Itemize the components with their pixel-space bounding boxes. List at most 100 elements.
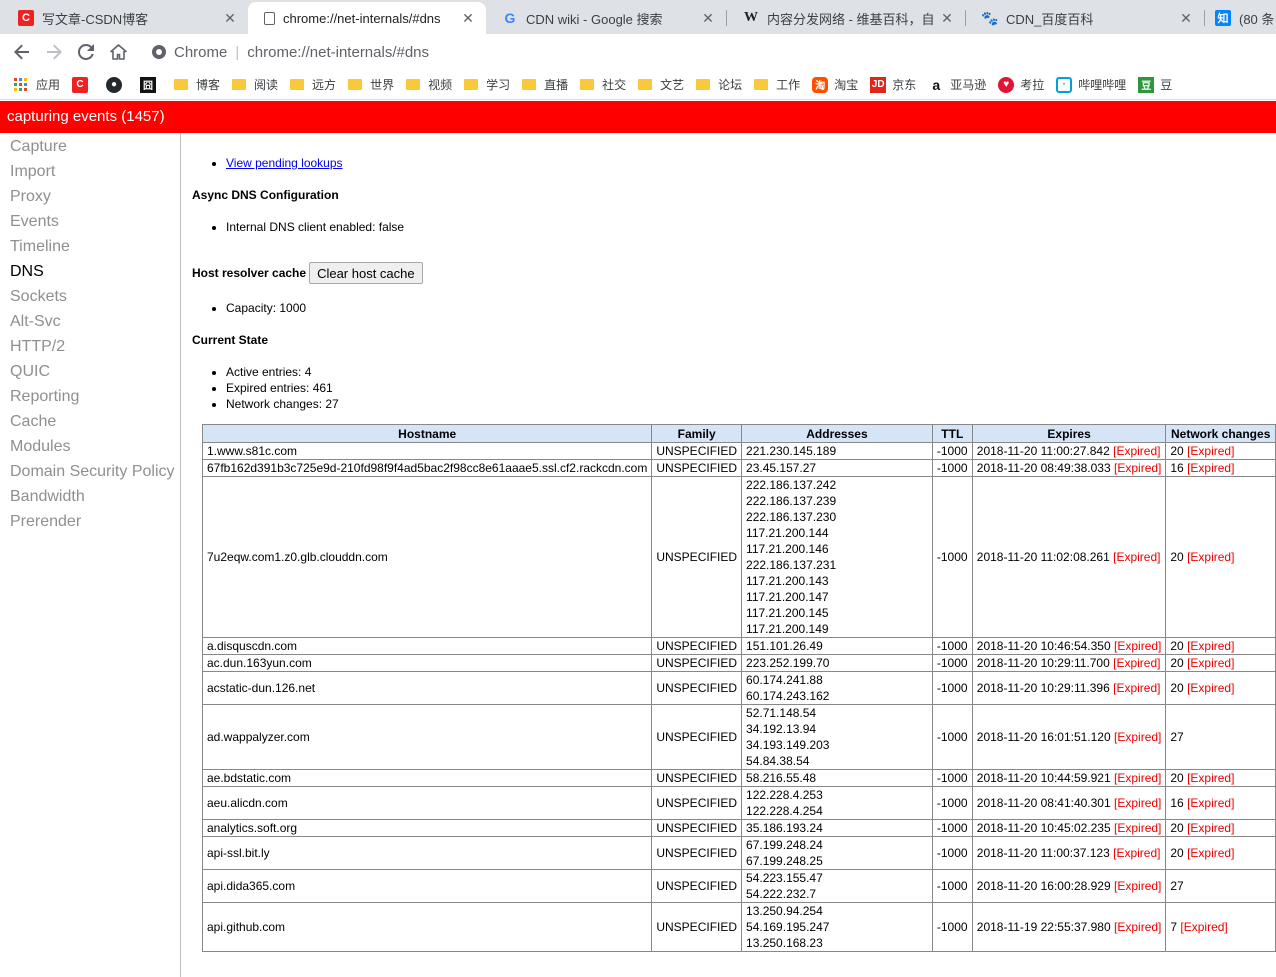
back-arrow-icon xyxy=(14,44,29,60)
address-line: 221.230.145.189 xyxy=(746,444,837,458)
bookmark-douban[interactable]: 豆豆 xyxy=(1138,76,1172,93)
address-line: 54.223.155.47 xyxy=(746,871,823,885)
address-bar[interactable]: Chrome | chrome://net-internals/#dns xyxy=(142,37,1276,67)
table-row: ad.wappalyzer.com UNSPECIFIED 52.71.148.54… xyxy=(201,704,1276,770)
omnibox-url[interactable]: chrome://net-internals/#dns xyxy=(247,44,429,61)
csdn-icon: C xyxy=(72,76,89,93)
bookmark-bilibili[interactable]: · 哔哩哔哩 xyxy=(1056,76,1126,93)
sidebar-item-timeline[interactable]: Timeline xyxy=(0,234,180,259)
network-changes-value: 16 xyxy=(1170,796,1184,810)
expired-label: [Expired] xyxy=(1113,681,1161,695)
address-line: 222.186.137.230 xyxy=(746,510,837,524)
bookmark-dark[interactable]: 囧 xyxy=(140,76,162,93)
bookmark-folder-shipin[interactable]: 视频 xyxy=(406,76,452,93)
sidebar-item-events[interactable]: Events xyxy=(0,209,180,234)
sidebar-item-dns[interactable]: DNS xyxy=(0,259,180,284)
tab-baidu[interactable]: 🐾 CDN_百度百科 ✕ xyxy=(966,2,1204,34)
sidebar-item-sockets[interactable]: Sockets xyxy=(0,284,180,309)
bookmark-amazon[interactable]: a 亚马逊 xyxy=(928,76,986,93)
sidebar-item-quic[interactable]: QUIC xyxy=(0,359,180,384)
bookmark-folder-gongzuo[interactable]: 工作 xyxy=(754,76,800,93)
bookmark-label: 京东 xyxy=(892,78,917,92)
bookmark-folder-yuanfang[interactable]: 远方 xyxy=(290,76,336,93)
table-header-row: Hostname Family Addresses TTL Expires Ne… xyxy=(201,424,1276,443)
bookmark-apps[interactable]: 应用 xyxy=(14,76,60,93)
close-icon[interactable]: ✕ xyxy=(460,10,476,27)
bookmark-kaola[interactable]: ♥ 考拉 xyxy=(998,76,1044,93)
tab-title: CDN_百度百科 xyxy=(1006,11,1094,27)
cell-network-changes: 7 [Expired] xyxy=(1165,902,1276,952)
network-changes-value: 27 xyxy=(1170,730,1184,744)
bookmark-taobao[interactable]: 淘淘宝 xyxy=(812,76,858,93)
forward-button[interactable] xyxy=(38,36,70,68)
bookmark-folder-luntan[interactable]: 论坛 xyxy=(696,76,742,93)
tab-zhihu[interactable]: 知 (80 条 xyxy=(1205,2,1276,34)
bookmark-folder-shejiao[interactable]: 社交 xyxy=(580,76,626,93)
expires-value: 2018-11-20 10:29:11.700 xyxy=(976,656,1110,670)
sidebar-item-http2[interactable]: HTTP/2 xyxy=(0,334,180,359)
sidebar-item-domain-security-policy[interactable]: Domain Security Policy xyxy=(0,459,180,484)
tab-csdn[interactable]: C 写文章-CSDN博客 ✕ xyxy=(2,2,248,34)
network-changes-value: 20 xyxy=(1170,846,1184,860)
bookmark-github[interactable]: ● xyxy=(106,76,128,93)
host-resolver-row: Host resolver cache Clear host cache xyxy=(192,262,423,284)
sidebar-item-cache[interactable]: Cache xyxy=(0,409,180,434)
cell-network-changes: 20 [Expired] xyxy=(1165,654,1276,672)
address-line: 23.45.157.27 xyxy=(746,461,817,475)
bookmark-label: 社交 xyxy=(602,78,627,92)
table-row: 67fb162d391b3c725e9d-210fd98f9f4ad5bac2f… xyxy=(201,459,1276,477)
close-icon[interactable]: ✕ xyxy=(700,10,716,27)
cell-expires: 2018-11-20 11:00:27.842 [Expired] xyxy=(971,442,1167,460)
view-pending-lookups-link[interactable]: View pending lookups xyxy=(226,156,343,170)
table-row: api.github.com UNSPECIFIED 13.250.94.254 54… xyxy=(201,902,1276,952)
expired-label: [Expired] xyxy=(1114,771,1162,785)
capture-status-bar: capturing events (1457) xyxy=(0,101,1276,133)
network-changes-value: 20 xyxy=(1170,821,1184,835)
cell-hostname: 7u2eqw.com1.z0.glb.clouddn.com xyxy=(201,476,653,638)
expires-value: 2018-11-20 10:46:54.350 xyxy=(976,639,1111,653)
address-line: 34.193.149.203 xyxy=(746,738,830,752)
bookmark-folder-boke[interactable]: 博客 xyxy=(174,76,220,93)
expired-label: [Expired] xyxy=(1187,550,1235,564)
reload-button[interactable] xyxy=(70,36,102,68)
cell-expires: 2018-11-20 16:00:28.929 [Expired] xyxy=(971,869,1167,903)
sidebar-item-prerender[interactable]: Prerender xyxy=(0,509,180,534)
cell-family: UNSPECIFIED xyxy=(651,671,743,705)
clear-host-cache-button[interactable]: Clear host cache xyxy=(309,262,423,284)
list-item: View pending lookups xyxy=(226,155,343,171)
cell-addresses: 222.186.137.242 222.186.137.239 222.186.13… xyxy=(741,476,933,638)
sidebar-item-proxy[interactable]: Proxy xyxy=(0,184,180,209)
bookmark-folder-wenyi[interactable]: 文艺 xyxy=(638,76,684,93)
sidebar: Capture Import Proxy Events Timeline DNS… xyxy=(0,133,181,977)
cell-family: UNSPECIFIED xyxy=(651,637,743,655)
expired-label: [Expired] xyxy=(1114,879,1162,893)
bookmark-folder-zhibo[interactable]: 直播 xyxy=(522,76,568,93)
cell-expires: 2018-11-20 10:44:59.921 [Expired] xyxy=(971,769,1167,787)
back-button[interactable] xyxy=(6,36,38,68)
bookmark-label: 考拉 xyxy=(1020,78,1045,92)
folder-icon xyxy=(232,79,247,90)
sidebar-item-capture[interactable]: Capture xyxy=(0,134,180,159)
sidebar-item-import[interactable]: Import xyxy=(0,159,180,184)
tab-google[interactable]: G CDN wiki - Google 搜索 ✕ xyxy=(486,2,726,34)
bookmark-label: 博客 xyxy=(196,78,221,92)
expired-label: [Expired] xyxy=(1114,920,1162,934)
close-icon[interactable]: ✕ xyxy=(222,10,238,27)
tab-net-internals[interactable]: chrome://net-internals/#dns ✕ xyxy=(248,2,486,34)
close-icon[interactable]: ✕ xyxy=(1178,10,1194,27)
tab-wikipedia[interactable]: W 内容分发网络 - 维基百科，自由的 ✕ xyxy=(727,2,965,34)
cell-addresses: 54.223.155.47 54.222.232.7 xyxy=(741,869,933,903)
sidebar-item-bandwidth[interactable]: Bandwidth xyxy=(0,484,180,509)
bookmark-csdn[interactable]: C xyxy=(72,76,94,93)
bookmark-label: 淘宝 xyxy=(834,78,859,92)
bookmark-folder-shijie[interactable]: 世界 xyxy=(348,76,394,93)
sidebar-item-modules[interactable]: Modules xyxy=(0,434,180,459)
bookmark-folder-xuexi[interactable]: 学习 xyxy=(464,76,510,93)
home-button[interactable] xyxy=(102,36,134,68)
bookmark-folder-yuedu[interactable]: 阅读 xyxy=(232,76,278,93)
taobao-icon: 淘 xyxy=(812,76,829,93)
bookmark-jd[interactable]: JD 京东 xyxy=(870,76,916,93)
sidebar-item-alt-svc[interactable]: Alt-Svc xyxy=(0,309,180,334)
sidebar-item-reporting[interactable]: Reporting xyxy=(0,384,180,409)
close-icon[interactable]: ✕ xyxy=(939,10,955,27)
